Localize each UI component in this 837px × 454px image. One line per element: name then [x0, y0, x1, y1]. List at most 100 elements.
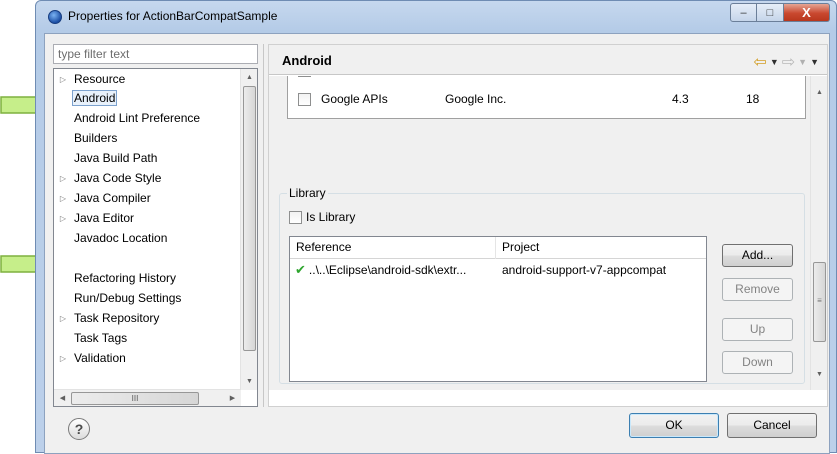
reference-cell: ✔ ..\..\Eclipse\android-sdk\extr... [295, 259, 493, 281]
page-scroll-down-arrow-icon[interactable]: ▼ [811, 366, 828, 383]
eclipse-icon [48, 10, 62, 24]
title-bar[interactable]: Properties for ActionBarCompatSample – □… [36, 1, 836, 33]
close-button[interactable]: X [784, 3, 830, 22]
expand-arrow-icon[interactable]: ▷ [54, 174, 72, 183]
up-button[interactable]: Up [722, 318, 793, 341]
tree-item-label: Java Compiler [74, 191, 151, 205]
cancel-button[interactable]: Cancel [727, 413, 817, 438]
tree-item-label: Java Build Path [74, 151, 158, 165]
column-header-reference[interactable]: Reference [290, 237, 351, 259]
tree-hscroll-thumb[interactable]: III [71, 392, 199, 405]
target-checkbox[interactable] [298, 92, 311, 106]
add-button[interactable]: Add... [722, 244, 793, 267]
check-mark-icon: ✔ [295, 262, 306, 277]
forward-dropdown-icon[interactable]: ▼ [798, 57, 807, 67]
remove-button[interactable]: Remove [722, 278, 793, 301]
scroll-down-arrow-icon[interactable]: ▼ [241, 373, 257, 390]
target-vendor: Google Inc. [445, 92, 507, 106]
back-arrow-icon[interactable]: ⇦ [753, 52, 766, 72]
tree-scroll-thumb[interactable] [243, 86, 256, 351]
page-scroll-thumb[interactable]: ≡ [813, 262, 826, 342]
tree-item[interactable]: Javadoc Location [54, 228, 241, 248]
scroll-left-arrow-icon[interactable]: ◀ [54, 390, 71, 406]
navigation-panel: ▷ResourceAndroidAndroid Lint PreferenceB… [53, 44, 259, 407]
tree-item-label: Refactoring History [74, 271, 177, 285]
tree-items: ▷ Resource Android Android Lint Preference B… [54, 69, 241, 390]
table-row[interactable]: ✔ ..\..\Eclipse\android-sdk\extr... andro… [290, 259, 706, 281]
expand-arrow-icon[interactable]: ▷ [54, 194, 72, 203]
properties-dialog: Properties for ActionBarCompatSample – □… [35, 0, 837, 454]
tree-item[interactable]: Android [54, 88, 241, 108]
page-content: Google APIs Google Inc. 4.3 18 Library I… [269, 76, 810, 390]
forward-arrow-icon[interactable]: ⇨ [782, 52, 795, 72]
expand-arrow-icon[interactable]: ▷ [54, 314, 72, 323]
window-controls: – □ X [730, 3, 830, 22]
target-name: Google APIs [321, 92, 388, 106]
library-group: Library Is Library Reference Project ✔ .… [279, 186, 805, 384]
tree-item[interactable]: Run/Debug Settings [54, 288, 241, 308]
maximize-button[interactable]: □ [757, 3, 784, 22]
scroll-up-arrow-icon[interactable]: ▲ [241, 69, 257, 86]
page-scroll-up-arrow-icon[interactable]: ▲ [811, 84, 828, 101]
dialog-body: ▷ResourceAndroidAndroid Lint PreferenceB… [44, 33, 830, 454]
property-tree: ▷ Resource Android Android Lint Preference B… [53, 68, 258, 407]
tree-item[interactable]: Java Build Path [54, 148, 241, 168]
target-platform: 4.3 [672, 92, 689, 106]
ok-button[interactable]: OK [629, 413, 719, 438]
tree-item-label: Task Tags [74, 331, 128, 345]
reference-path: ..\..\Eclipse\android-sdk\extr... [308, 263, 467, 277]
down-button[interactable]: Down [722, 351, 793, 374]
expand-arrow-icon[interactable]: ▷ [54, 354, 72, 363]
tree-item[interactable] [54, 248, 241, 268]
tree-item[interactable]: ▷ Java Compiler [54, 188, 241, 208]
target-api-level: 18 [746, 92, 760, 106]
tree-item[interactable]: Android Lint Preference [54, 108, 241, 128]
tree-item-label [72, 257, 76, 259]
window-title: Properties for ActionBarCompatSample [68, 9, 278, 23]
library-reference-table: Reference Project ✔ ..\..\Eclipse\android… [289, 236, 707, 382]
tree-item[interactable]: Refactoring History [54, 268, 241, 288]
tree-item-label: Javadoc Location [74, 231, 168, 245]
tree-item-label: Task Repository [74, 311, 160, 325]
expand-arrow-icon[interactable]: ▷ [54, 214, 72, 223]
tree-item[interactable]: Task Tags [54, 328, 241, 348]
target-row[interactable]: Google APIs Google Inc. 4.3 18 [288, 88, 805, 110]
minimize-button[interactable]: – [730, 3, 757, 22]
tree-item-label: Resource [74, 72, 126, 86]
tree-item[interactable]: ▷ Java Editor [54, 208, 241, 228]
tree-item-label: Validation [74, 351, 126, 365]
tree-item[interactable]: ▷ Task Repository [54, 308, 241, 328]
tree-item[interactable]: ▷ Resource [54, 69, 241, 89]
scroll-right-arrow-icon[interactable]: ▶ [224, 390, 241, 406]
is-library-checkbox[interactable] [289, 210, 302, 224]
tree-horizontal-scrollbar[interactable]: ◀ III ▶ [54, 389, 241, 406]
tree-item-label: Android [72, 90, 118, 106]
android-page: Android ⇦ ▼ ⇨ ▼ ▼ Google APIs Google Inc… [268, 44, 828, 407]
panel-separator[interactable] [263, 44, 264, 407]
page-vertical-scrollbar[interactable]: ▲ ≡ ▼ [810, 76, 827, 390]
page-navigation: ⇦ ▼ ⇨ ▼ ▼ [753, 52, 819, 72]
partial-checkbox[interactable] [298, 76, 311, 77]
tree-item-label: Builders [74, 131, 118, 145]
tree-item-label: Java Code Style [74, 171, 162, 185]
project-cell: android-support-v7-appcompat [502, 263, 667, 277]
page-header: Android ⇦ ▼ ⇨ ▼ ▼ [269, 45, 827, 75]
filter-input[interactable] [53, 44, 258, 64]
tree-item-label: Run/Debug Settings [74, 291, 182, 305]
tree-vertical-scrollbar[interactable]: ▲ ▼ [240, 69, 257, 390]
table-header: Reference Project [290, 237, 706, 259]
is-library-option[interactable]: Is Library [289, 210, 355, 224]
back-dropdown-icon[interactable]: ▼ [770, 57, 779, 67]
view-menu-icon[interactable]: ▼ [810, 57, 819, 67]
help-icon[interactable]: ? [68, 418, 90, 440]
tree-item[interactable]: ▷ Java Code Style [54, 168, 241, 188]
is-library-label: Is Library [306, 210, 356, 224]
tree-item[interactable]: Builders [54, 128, 241, 148]
tree-item[interactable]: ▷ Validation [54, 348, 241, 368]
library-group-label: Library [287, 186, 328, 200]
expand-arrow-icon[interactable]: ▷ [54, 75, 72, 84]
tree-item-label: Java Editor [74, 211, 135, 225]
column-header-project[interactable]: Project [496, 237, 539, 259]
page-title: Android [282, 53, 332, 68]
project-build-target-table: Google APIs Google Inc. 4.3 18 [287, 76, 806, 119]
